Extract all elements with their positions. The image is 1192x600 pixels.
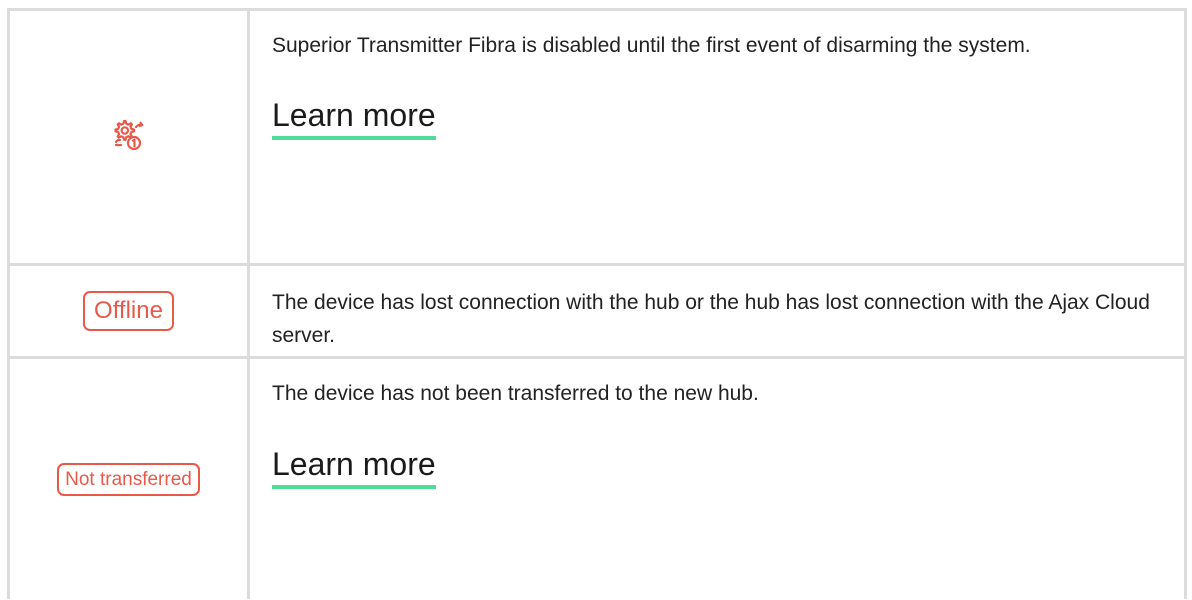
table-row: Not transferred The device has not been … [7, 356, 1187, 599]
badge-cell: Not transferred [7, 356, 250, 599]
learn-more-link[interactable]: Learn more [272, 445, 436, 489]
gear-clock-number-icon [112, 118, 146, 152]
description-cell: The device has not been transferred to t… [247, 356, 1187, 599]
table-row: Superior Transmitter Fibra is disabled u… [7, 8, 1187, 266]
description-text: The device has not been transferred to t… [272, 382, 759, 405]
status-table-frame: Superior Transmitter Fibra is disabled u… [0, 0, 1192, 600]
not-transferred-badge: Not transferred [57, 462, 200, 496]
learn-more-link[interactable]: Learn more [272, 96, 436, 140]
status-table: Superior Transmitter Fibra is disabled u… [7, 8, 1187, 599]
offline-badge: Offline [83, 291, 174, 331]
description-cell: The device has lost connection with the … [247, 263, 1187, 359]
description-text: Superior Transmitter Fibra is disabled u… [272, 34, 1031, 57]
description-text: The device has lost connection with the … [272, 291, 1150, 347]
badge-cell: Offline [7, 263, 250, 359]
description-cell: Superior Transmitter Fibra is disabled u… [247, 8, 1187, 266]
icon-cell [7, 8, 250, 266]
table-row: Offline The device has lost connection w… [7, 263, 1187, 359]
